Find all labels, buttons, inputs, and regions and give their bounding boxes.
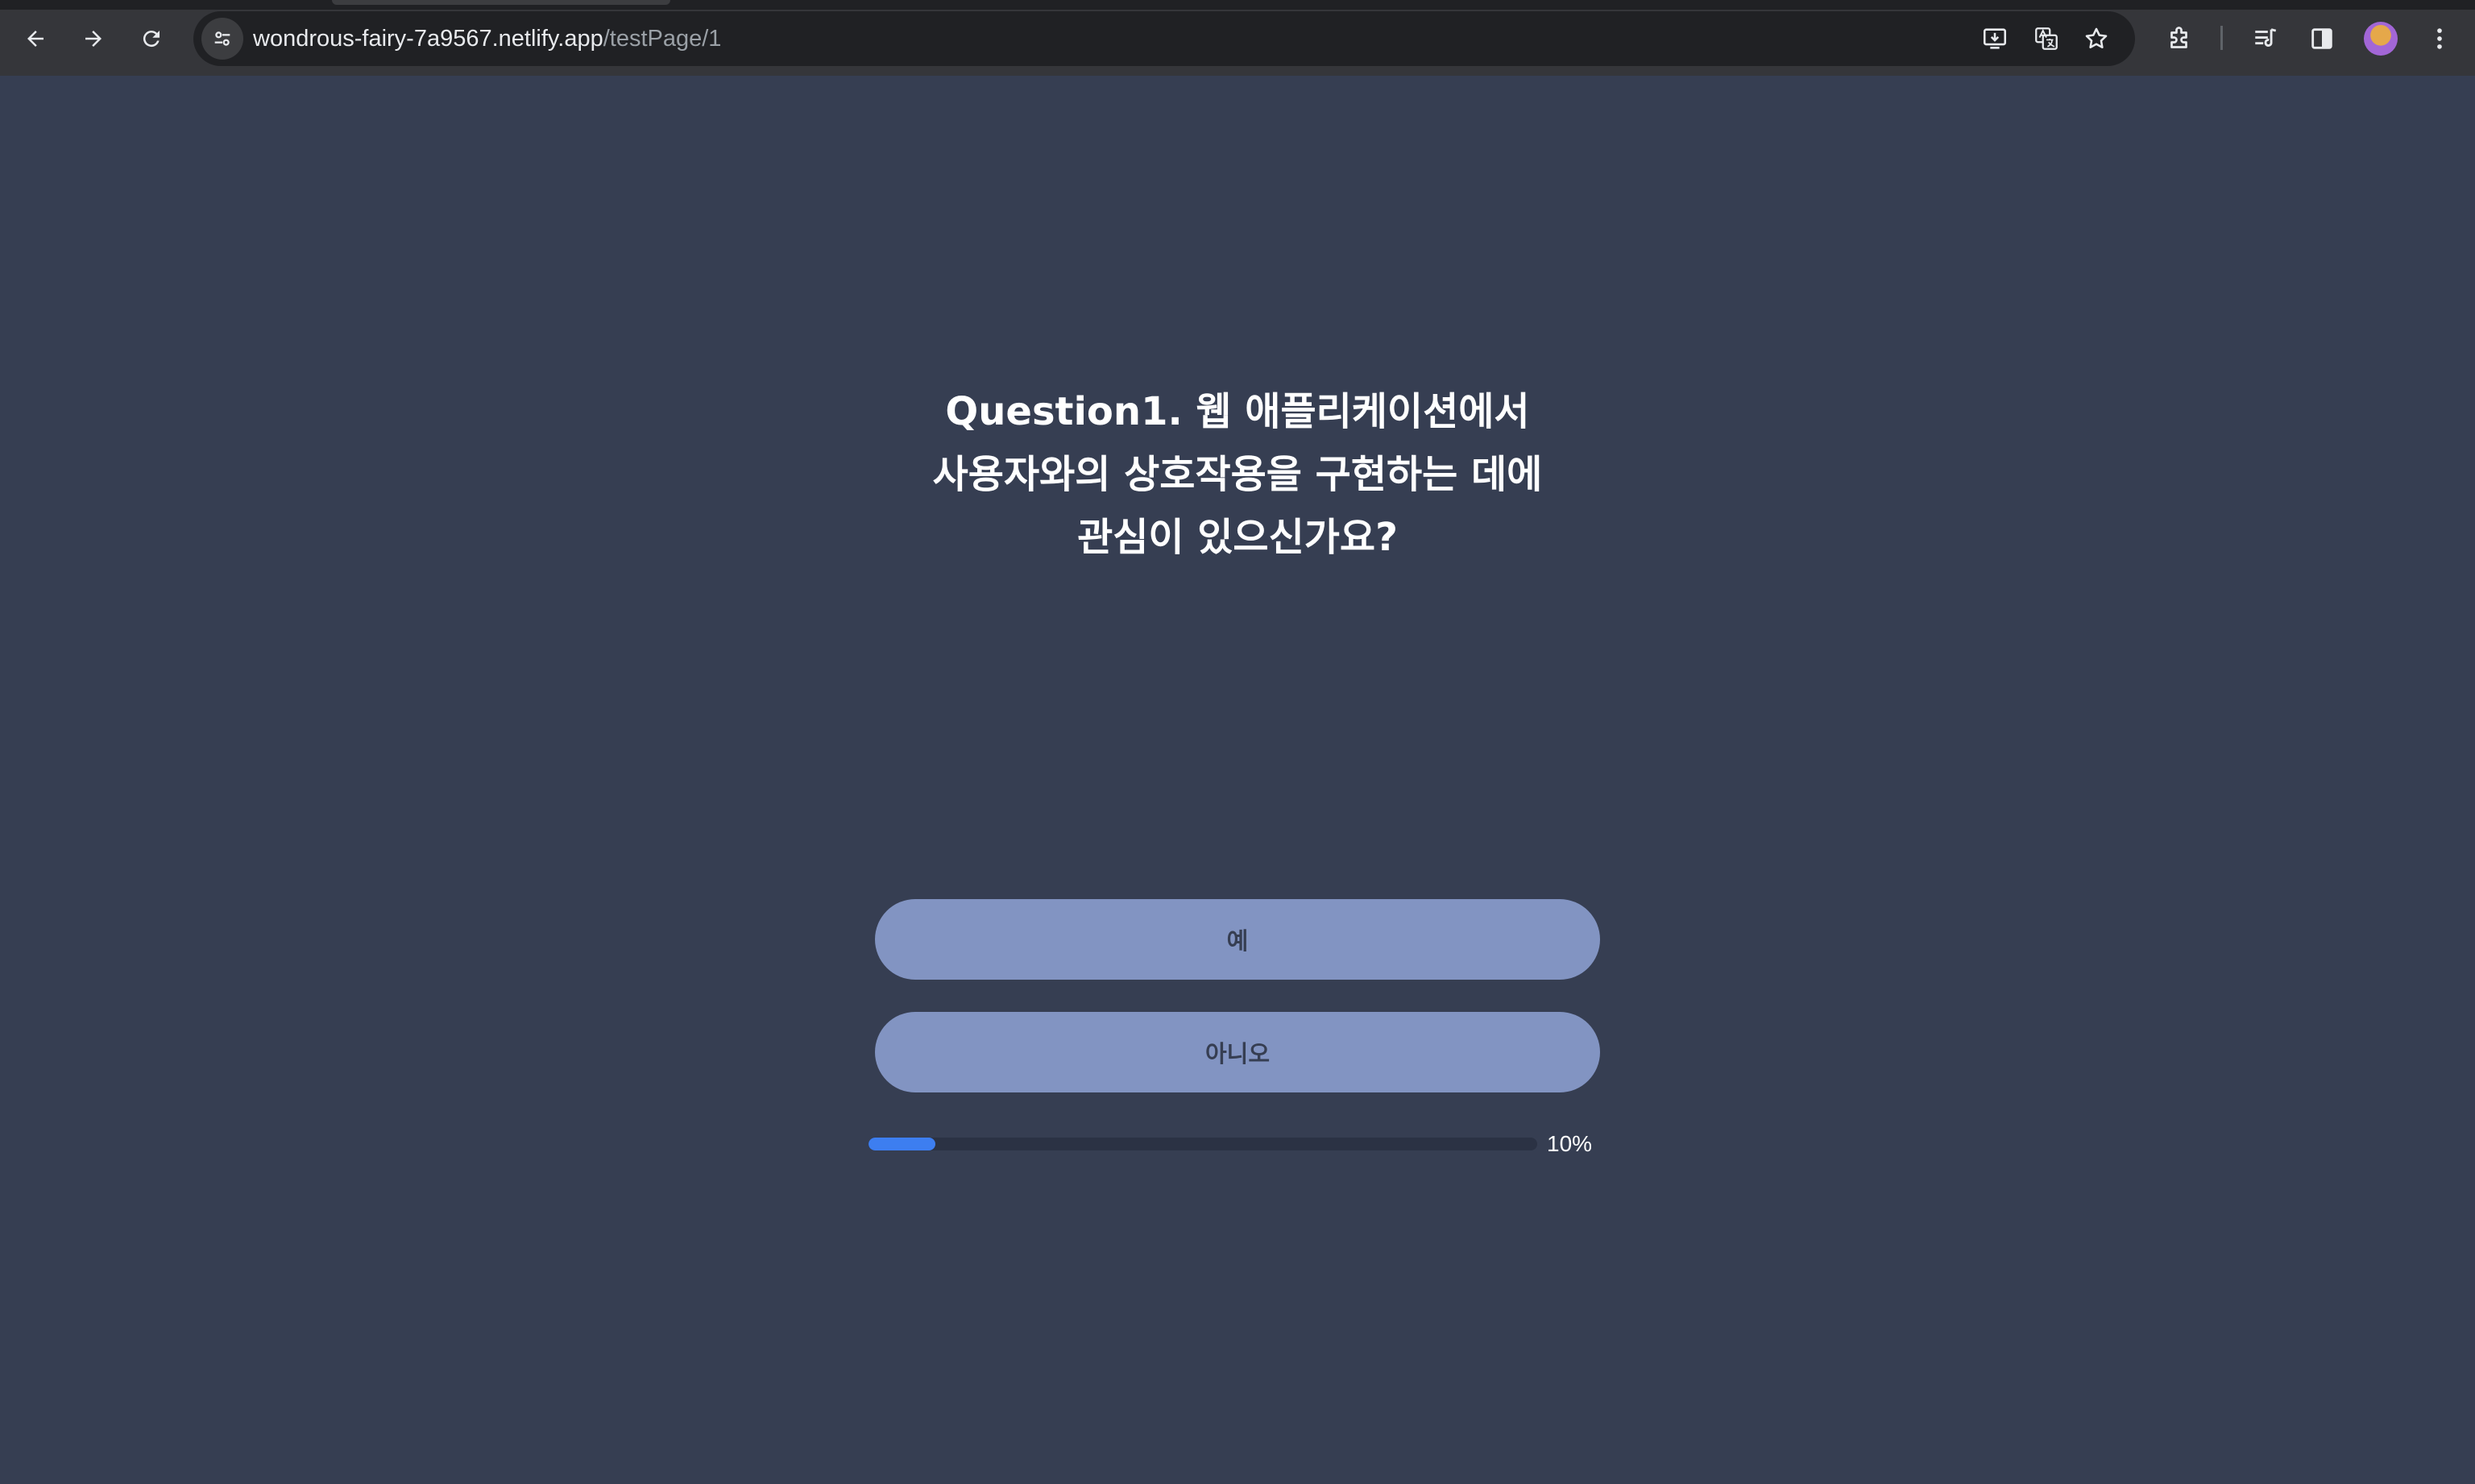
more-vertical-icon <box>2437 28 2442 49</box>
reload-icon <box>143 31 160 48</box>
progress-bar-fill <box>869 1138 935 1150</box>
tune-icon <box>214 31 230 46</box>
site-info-button[interactable] <box>201 18 243 60</box>
reload-button[interactable] <box>131 18 172 60</box>
answer-yes-button[interactable]: 예 <box>875 899 1600 980</box>
media-control-button[interactable] <box>2245 18 2286 60</box>
progress-percent-label: 10% <box>1547 1131 1593 1156</box>
url-text[interactable]: wondrous-fairy-7a9567.netlify.app/testPa… <box>253 11 721 66</box>
browser-menu-button[interactable] <box>2419 18 2460 60</box>
side-panel-icon <box>2311 28 2332 49</box>
install-app-icon <box>1983 28 2007 49</box>
progress-bar <box>869 1138 1537 1150</box>
url-path: /testPage/1 <box>603 26 722 52</box>
forward-button[interactable] <box>73 18 114 60</box>
bookmark-button[interactable] <box>2077 19 2116 58</box>
translate-icon <box>2035 27 2058 50</box>
arrow-right-icon <box>85 31 102 47</box>
question-text: Question1. 웹 애플리케이션에서 사용자와의 상호작용을 구현하는 데… <box>932 389 1543 560</box>
active-tab-edge[interactable] <box>332 0 670 5</box>
puzzle-icon <box>2170 27 2187 48</box>
answer-no-button[interactable]: 아니오 <box>875 1012 1600 1092</box>
url-host: wondrous-fairy-7a9567.netlify.app <box>253 26 603 52</box>
translate-button[interactable] <box>2027 19 2066 58</box>
back-button[interactable] <box>15 18 56 60</box>
address-bar[interactable]: wondrous-fairy-7a9567.netlify.app/testPa… <box>193 11 2135 66</box>
side-panel-button[interactable] <box>2301 18 2343 60</box>
install-app-button[interactable] <box>1975 19 2014 58</box>
profile-avatar[interactable] <box>2364 22 2398 56</box>
extensions-button[interactable] <box>2159 18 2201 60</box>
arrow-left-icon <box>27 31 44 47</box>
browser-toolbar: wondrous-fairy-7a9567.netlify.app/testPa… <box>0 0 2475 76</box>
toolbar-divider <box>2220 26 2223 50</box>
star-icon <box>2085 27 2108 49</box>
media-control-icon <box>2255 28 2277 47</box>
